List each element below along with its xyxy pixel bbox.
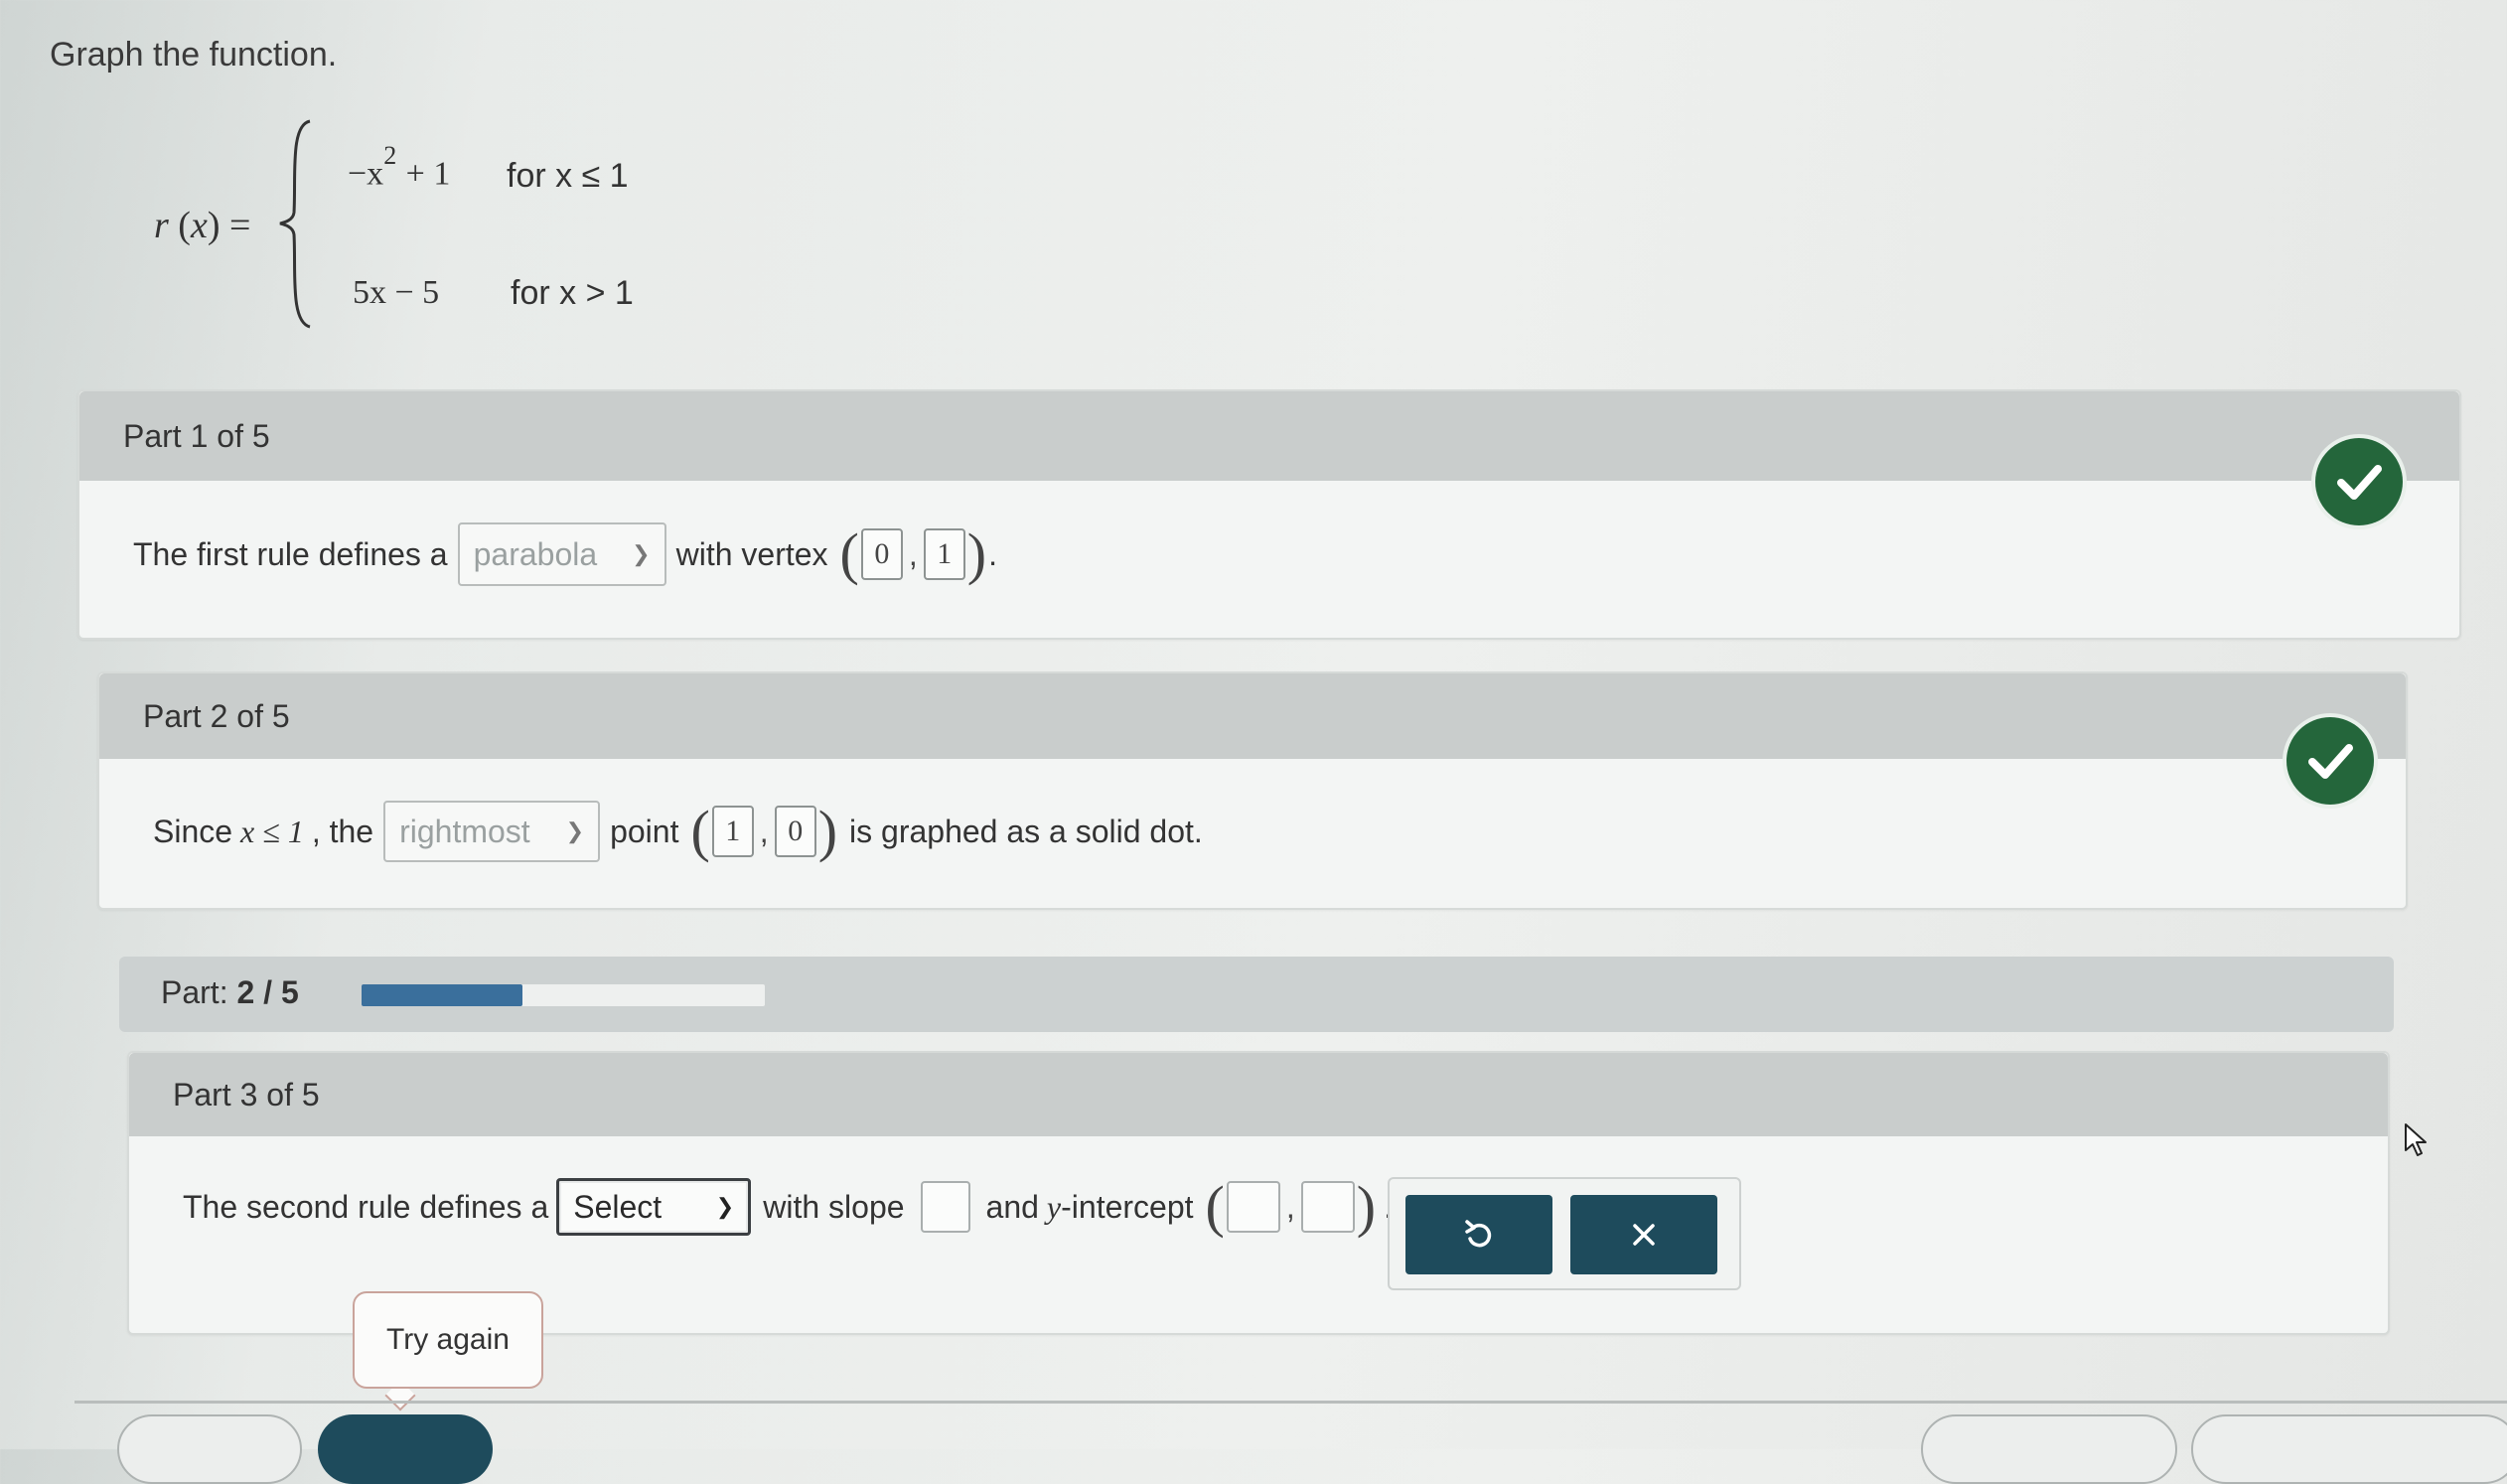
comma: , bbox=[908, 535, 918, 572]
point-x-input[interactable]: 1 bbox=[711, 806, 754, 857]
bottom-divider bbox=[74, 1401, 2507, 1404]
solid-dot-text: is graphed as a solid dot. bbox=[849, 813, 1203, 849]
piece-2-expression: 5x − 5 bbox=[353, 274, 440, 311]
try-again-tooltip: Try again bbox=[353, 1291, 543, 1389]
chevron-down-icon: ❯ bbox=[632, 541, 651, 566]
undo-icon bbox=[1465, 1220, 1492, 1248]
function-name: r (x) = bbox=[154, 205, 251, 246]
part-1-row: The first rule defines a parabola ❯ with… bbox=[133, 522, 997, 586]
recheck-button[interactable] bbox=[318, 1414, 493, 1484]
slope-text: with slope bbox=[763, 1188, 905, 1225]
piece-2-condition: for x > 1 bbox=[511, 274, 634, 312]
save-for-later-button[interactable] bbox=[1921, 1414, 2177, 1484]
part-1-text: The first rule defines a bbox=[133, 535, 448, 572]
part-1-panel: Part 1 of 5 The first rule defines a par… bbox=[77, 389, 2461, 640]
vertex-x-input[interactable]: 0 bbox=[860, 528, 903, 580]
vertex-text: with vertex bbox=[675, 535, 828, 572]
point-text: point bbox=[610, 813, 679, 849]
and-text: and bbox=[985, 1188, 1039, 1225]
progress-value: 2 / 5 bbox=[236, 974, 299, 1010]
position-dropdown[interactable]: rightmost ❯ bbox=[383, 801, 601, 862]
progress-panel: Part: 2 / 5 bbox=[119, 957, 2394, 1032]
submit-assignment-button[interactable] bbox=[2191, 1414, 2507, 1484]
part-2-panel: Part 2 of 5 Since x ≤ 1 , the rightmost … bbox=[97, 671, 2408, 910]
intercept-text: -intercept bbox=[1061, 1188, 1194, 1225]
dropdown-value: parabola bbox=[473, 535, 598, 572]
part-1-header: Part 1 of 5 bbox=[79, 391, 2459, 481]
close-paren: ) bbox=[1356, 1174, 1377, 1239]
intercept-x-input[interactable] bbox=[1226, 1181, 1280, 1233]
point-y-input[interactable]: 0 bbox=[774, 806, 816, 857]
since-text: Since bbox=[153, 813, 233, 849]
check-icon bbox=[2315, 438, 2403, 525]
progress-fill bbox=[362, 984, 523, 1006]
progress-label: Part: 2 / 5 bbox=[161, 974, 299, 1010]
dropdown-value: Select bbox=[573, 1188, 663, 1225]
part-2-row: Since x ≤ 1 , the rightmost ❯ point ( 1 … bbox=[153, 801, 1203, 862]
part-3-row: The second rule defines a Select ❯ with … bbox=[183, 1178, 1393, 1236]
rule-type-dropdown[interactable]: Select ❯ bbox=[556, 1178, 752, 1236]
y-var: y bbox=[1046, 1188, 1062, 1225]
part-2-header: Part 2 of 5 bbox=[99, 673, 2406, 759]
condition-math: x ≤ 1 bbox=[240, 813, 304, 849]
the-text: , the bbox=[311, 813, 374, 849]
part-3-text: The second rule defines a bbox=[183, 1188, 549, 1225]
chevron-down-icon: ❯ bbox=[565, 818, 585, 843]
mouse-cursor-icon bbox=[2405, 1123, 2427, 1156]
part-3-header: Part 3 of 5 bbox=[129, 1053, 2388, 1136]
comma: , bbox=[1285, 1188, 1295, 1225]
skip-part-button[interactable] bbox=[117, 1414, 302, 1484]
close-paren: ) bbox=[966, 521, 987, 586]
open-paren: ( bbox=[839, 521, 859, 586]
open-paren: ( bbox=[1205, 1174, 1225, 1239]
comma: , bbox=[759, 813, 769, 849]
progress-track bbox=[362, 984, 765, 1006]
piece-1-expression: −x2 + 1 bbox=[348, 141, 451, 193]
clear-button[interactable] bbox=[1570, 1195, 1717, 1274]
action-button-group bbox=[1388, 1177, 1741, 1290]
undo-button[interactable] bbox=[1405, 1195, 1552, 1274]
dropdown-value: rightmost bbox=[399, 813, 530, 849]
slope-input[interactable] bbox=[920, 1181, 970, 1233]
open-paren: ( bbox=[690, 799, 710, 863]
period: . bbox=[988, 535, 997, 572]
x-icon bbox=[1633, 1224, 1655, 1246]
chevron-down-icon: ❯ bbox=[715, 1194, 735, 1219]
close-paren: ) bbox=[817, 799, 838, 863]
check-icon bbox=[2286, 717, 2374, 805]
vertex-y-input[interactable]: 1 bbox=[923, 528, 965, 580]
shape-dropdown[interactable]: parabola ❯ bbox=[457, 522, 666, 586]
instruction-text: Graph the function. bbox=[50, 36, 338, 74]
intercept-y-input[interactable] bbox=[1300, 1181, 1355, 1233]
piece-1-condition: for x ≤ 1 bbox=[507, 157, 629, 195]
piecewise-brace bbox=[279, 119, 311, 329]
